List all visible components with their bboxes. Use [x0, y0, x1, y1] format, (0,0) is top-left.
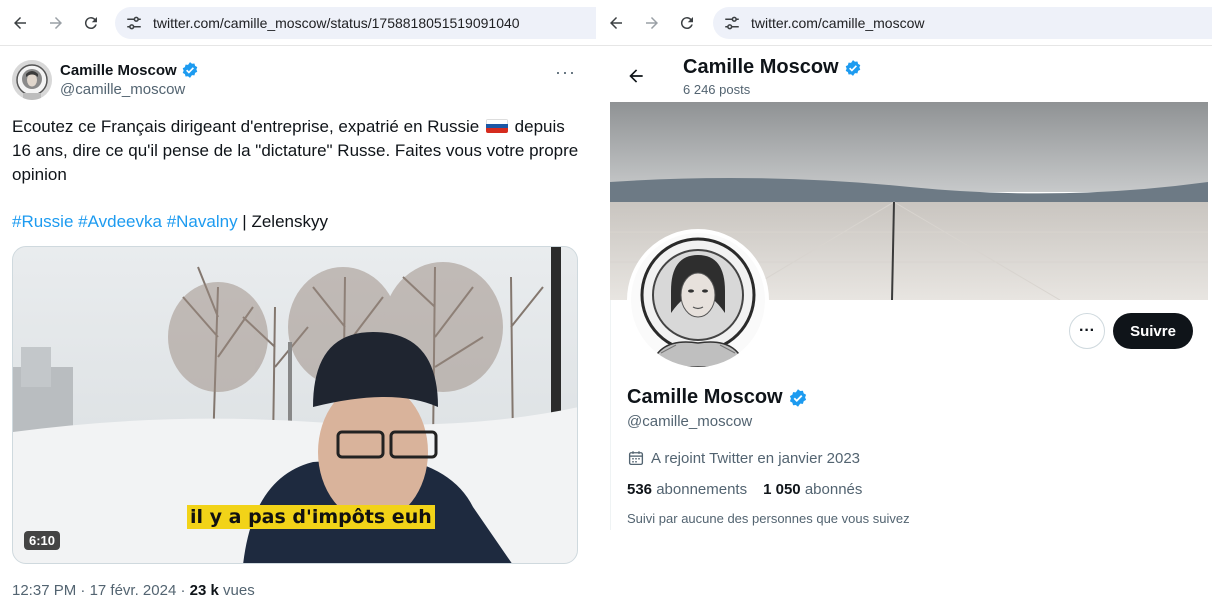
followers-link[interactable]: 1 050 abonnés [763, 481, 862, 498]
site-settings-icon[interactable] [723, 14, 741, 32]
url-text[interactable]: twitter.com/camille_moscow/status/175881… [153, 15, 520, 31]
avatar[interactable] [12, 60, 52, 100]
following-label[interactable]: abonnements [652, 481, 747, 498]
browser-toolbar: twitter.com/camille_moscow/status/175881… [0, 0, 596, 46]
back-arrow-icon[interactable] [8, 11, 32, 35]
back-arrow-icon[interactable] [626, 66, 646, 86]
profile-more-button[interactable]: ··· [1069, 313, 1105, 349]
posts-count: 6 246 posts [683, 82, 751, 97]
hashtag-link[interactable]: #Avdeevka [78, 212, 162, 231]
joined-text: A rejoint Twitter en janvier 2023 [651, 449, 861, 467]
verified-badge-icon[interactable] [788, 388, 808, 408]
dot-separator: · [76, 582, 90, 599]
tweet-date[interactable]: 17 févr. 2024 [90, 582, 177, 599]
tweet-hashtags: #Russie #Avdeevka #Navalny | Zelenskyy [12, 210, 328, 234]
more-options-icon[interactable]: ··· [555, 62, 576, 83]
joined-date: A rejoint Twitter en janvier 2023 [627, 449, 860, 467]
follow-button[interactable]: Suivre [1113, 313, 1193, 349]
following-count[interactable]: 536 [627, 481, 652, 498]
calendar-icon [628, 451, 644, 466]
tweet-time[interactable]: 12:37 PM [12, 582, 76, 599]
dot-separator: · [176, 582, 190, 599]
follow-stats: 536 abonnements 1 050 abonnés [627, 481, 862, 498]
forward-arrow-icon[interactable] [44, 11, 68, 35]
profile-header-name-text: Camille Moscow [683, 56, 839, 78]
tweet-author-name[interactable]: Camille Moscow [60, 61, 199, 79]
followers-count[interactable]: 1 050 [763, 481, 801, 498]
address-bar[interactable]: twitter.com/camille_moscow [713, 7, 1212, 39]
author-name-text[interactable]: Camille Moscow [60, 62, 177, 79]
tweet-meta: 12:37 PM · 17 févr. 2024 · 23 k vues [12, 582, 255, 599]
site-settings-icon[interactable] [125, 14, 143, 32]
followed-by-text: Suivi par aucune des personnes que vous … [627, 511, 910, 526]
tweet-text-part1: Ecoutez ce Français dirigeant d'entrepri… [12, 117, 484, 136]
views-label: vues [218, 582, 255, 599]
tweet-window: twitter.com/camille_moscow/status/175881… [0, 0, 596, 616]
hashtag-link[interactable]: #Navalny [167, 212, 238, 231]
verified-badge-icon [182, 62, 197, 78]
address-bar[interactable]: twitter.com/camille_moscow/status/175881… [115, 7, 596, 39]
verified-badge-icon [845, 59, 860, 76]
back-arrow-icon[interactable] [604, 11, 628, 35]
forward-arrow-icon[interactable] [640, 11, 664, 35]
browser-toolbar: twitter.com/camille_moscow [596, 0, 1212, 46]
followers-label[interactable]: abonnés [801, 481, 863, 498]
profile-window: twitter.com/camille_moscow Camille Mosco… [596, 0, 1212, 616]
profile-header-name: Camille Moscow [683, 56, 862, 79]
profile-name: Camille Moscow [627, 386, 808, 409]
reload-icon[interactable] [675, 11, 699, 35]
hashtag-link[interactable]: #Russie [12, 212, 73, 231]
following-link[interactable]: 536 abonnements [627, 481, 747, 498]
video-duration: 6:10 [24, 531, 61, 550]
profile-name-text: Camille Moscow [627, 386, 783, 408]
tweet-text: Ecoutez ce Français dirigeant d'entrepri… [12, 115, 582, 187]
separator-text: | [237, 212, 252, 231]
video-subtitle: il y a pas d'impôts euh [187, 505, 435, 529]
trailing-text: Zelenskyy [251, 212, 328, 231]
video-player[interactable]: il y a pas d'impôts euh 6:10 [12, 246, 578, 564]
russia-flag-icon [485, 119, 508, 133]
tweet-author-handle[interactable]: @camille_moscow [60, 81, 185, 98]
profile-top-header: Camille Moscow 6 246 posts [610, 46, 1208, 102]
reload-icon[interactable] [79, 11, 103, 35]
astronaut-portrait [631, 233, 765, 367]
url-text[interactable]: twitter.com/camille_moscow [751, 15, 925, 31]
profile-handle: @camille_moscow [627, 413, 753, 430]
views-count: 23 k [189, 582, 219, 599]
profile-avatar[interactable] [627, 229, 769, 371]
